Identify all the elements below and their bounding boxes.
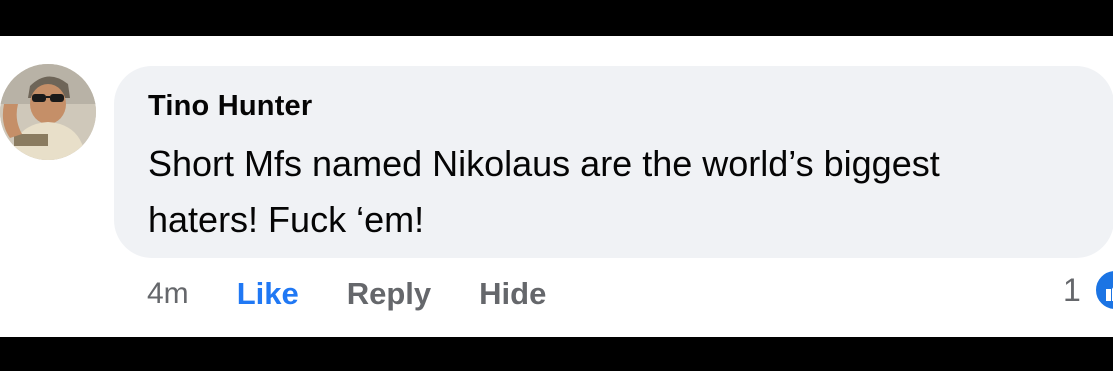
- comment-actions: 4m Like Reply Hide: [147, 274, 594, 314]
- avatar[interactable]: [0, 64, 96, 160]
- comment-timestamp[interactable]: 4m: [147, 277, 189, 311]
- reply-button[interactable]: Reply: [347, 276, 431, 312]
- profile-photo-icon: [0, 64, 96, 160]
- reaction-count[interactable]: 1: [1063, 272, 1081, 309]
- like-reaction-icon[interactable]: [1093, 268, 1113, 312]
- comment-container: Tino Hunter Short Mfs named Nikolaus are…: [0, 36, 1113, 337]
- comment-author-name[interactable]: Tino Hunter: [148, 90, 312, 123]
- bottom-letterbox-bar: [0, 337, 1113, 371]
- top-letterbox-bar: [0, 0, 1113, 36]
- comment-bubble: Tino Hunter Short Mfs named Nikolaus are…: [114, 66, 1113, 258]
- like-button[interactable]: Like: [237, 276, 299, 312]
- comment-text: Short Mfs named Nikolaus are the world’s…: [148, 143, 940, 240]
- hide-button[interactable]: Hide: [479, 276, 546, 312]
